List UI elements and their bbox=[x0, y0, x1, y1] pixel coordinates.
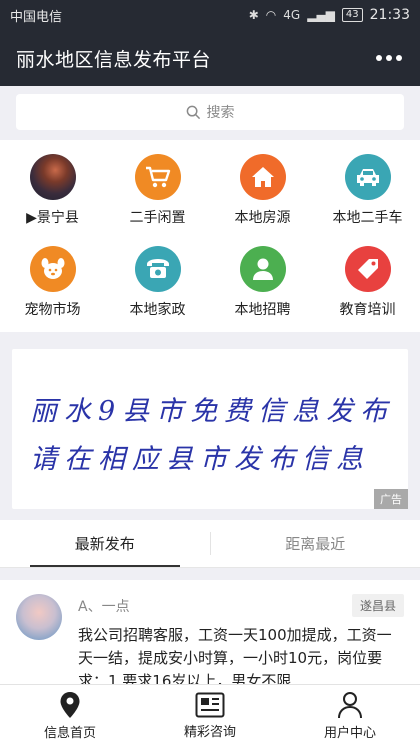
more-options-icon[interactable] bbox=[374, 47, 404, 69]
search-placeholder: 搜索 bbox=[206, 105, 235, 121]
nav-home[interactable]: 信息首页 bbox=[0, 685, 140, 747]
location-badge: 遂昌县 bbox=[351, 594, 404, 617]
bluetooth-icon: ✱ bbox=[248, 8, 259, 22]
category-used-car[interactable]: 本地二手车 bbox=[315, 148, 420, 240]
category-housing[interactable]: 本地房源 bbox=[210, 148, 315, 240]
nav-user-center[interactable]: 用户中心 bbox=[280, 685, 420, 747]
page-title: 丽水地区信息发布平台 bbox=[16, 48, 212, 71]
category-label: 二手闲置 bbox=[129, 210, 186, 226]
car-icon bbox=[344, 154, 391, 200]
banner-line-1: 丽水9县市免费信息发布 bbox=[30, 396, 395, 427]
battery-icon: 43 bbox=[341, 8, 363, 22]
carrier-name: 中国电信 bbox=[10, 9, 63, 25]
feed-tabs: 最新发布 距离最近 bbox=[0, 520, 420, 568]
pet-icon bbox=[29, 246, 76, 292]
news-icon bbox=[195, 692, 225, 718]
person-icon bbox=[239, 246, 286, 292]
ad-label: 广告 bbox=[374, 489, 408, 509]
app-header: 丽水地区信息发布平台 bbox=[0, 30, 420, 86]
signal-bars-icon: ▂▄▆ bbox=[307, 8, 335, 22]
nav-label: 信息首页 bbox=[43, 726, 96, 741]
avatar bbox=[16, 594, 62, 640]
search-icon bbox=[186, 105, 200, 119]
category-label: 本地家政 bbox=[129, 302, 186, 318]
house-icon bbox=[239, 154, 286, 200]
ad-banner[interactable]: 丽水9县市免费信息发布 请在相应县市发布信息 广告 bbox=[12, 349, 408, 509]
bottom-navigation: 信息首页 精彩咨询 用户中心 bbox=[0, 684, 420, 747]
category-label: 教育培训 bbox=[339, 302, 396, 318]
nav-label: 精彩咨询 bbox=[183, 725, 236, 740]
post-text: 我公司招聘客服，工资一天100加提成，工资一天一结，提成安小时算，一小时10元，… bbox=[78, 626, 392, 684]
category-pets[interactable]: 宠物市场 bbox=[0, 240, 105, 332]
wifi-icon: ◠ bbox=[265, 8, 277, 22]
category-label: 本地二手车 bbox=[332, 210, 403, 226]
nav-news[interactable]: 精彩咨询 bbox=[140, 685, 280, 747]
category-secondhand[interactable]: 二手闲置 bbox=[105, 148, 210, 240]
category-education[interactable]: 教育培训 bbox=[315, 240, 420, 332]
category-label: 本地招聘 bbox=[234, 302, 291, 318]
list-item[interactable]: A、一点 遂昌县 我公司招聘客服，工资一天100加提成，工资一天一结，提成安小时… bbox=[0, 580, 420, 684]
category-label: 宠物市场 bbox=[24, 302, 81, 318]
user-icon bbox=[338, 692, 362, 719]
category-jobs[interactable]: 本地招聘 bbox=[210, 240, 315, 332]
category-housekeeping[interactable]: 本地家政 bbox=[105, 240, 210, 332]
tab-latest[interactable]: 最新发布 bbox=[0, 520, 210, 567]
signal-network-label: 4G bbox=[283, 8, 301, 22]
category-region[interactable]: ▶景宁县 bbox=[0, 148, 105, 240]
telephone-icon bbox=[134, 246, 181, 292]
category-grid: ▶景宁县 二手闲置 本地房源 本地二手车 宠物市场 本地家政 本地招聘 教育培训 bbox=[0, 140, 420, 332]
category-label: 本地房源 bbox=[234, 210, 291, 226]
status-indicators: ✱ ◠ 4G ▂▄▆ 43 21:33 bbox=[249, 7, 410, 23]
status-bar: 中国电信 ✱ ◠ 4G ▂▄▆ 43 21:33 bbox=[0, 0, 420, 30]
shopping-cart-icon bbox=[134, 154, 181, 200]
search-bar: 搜索 bbox=[0, 86, 420, 138]
region-avatar-icon bbox=[29, 154, 76, 200]
category-label: ▶景宁县 bbox=[26, 210, 79, 226]
post-username: A、一点 bbox=[78, 599, 130, 615]
nav-label: 用户中心 bbox=[323, 726, 376, 741]
search-input[interactable]: 搜索 bbox=[16, 94, 404, 130]
price-tag-icon bbox=[344, 246, 391, 292]
tab-nearest[interactable]: 距离最近 bbox=[211, 520, 420, 567]
location-pin-icon bbox=[60, 692, 80, 718]
banner-line-2: 请在相应县市发布信息 bbox=[30, 444, 370, 475]
clock: 21:33 bbox=[369, 7, 410, 23]
